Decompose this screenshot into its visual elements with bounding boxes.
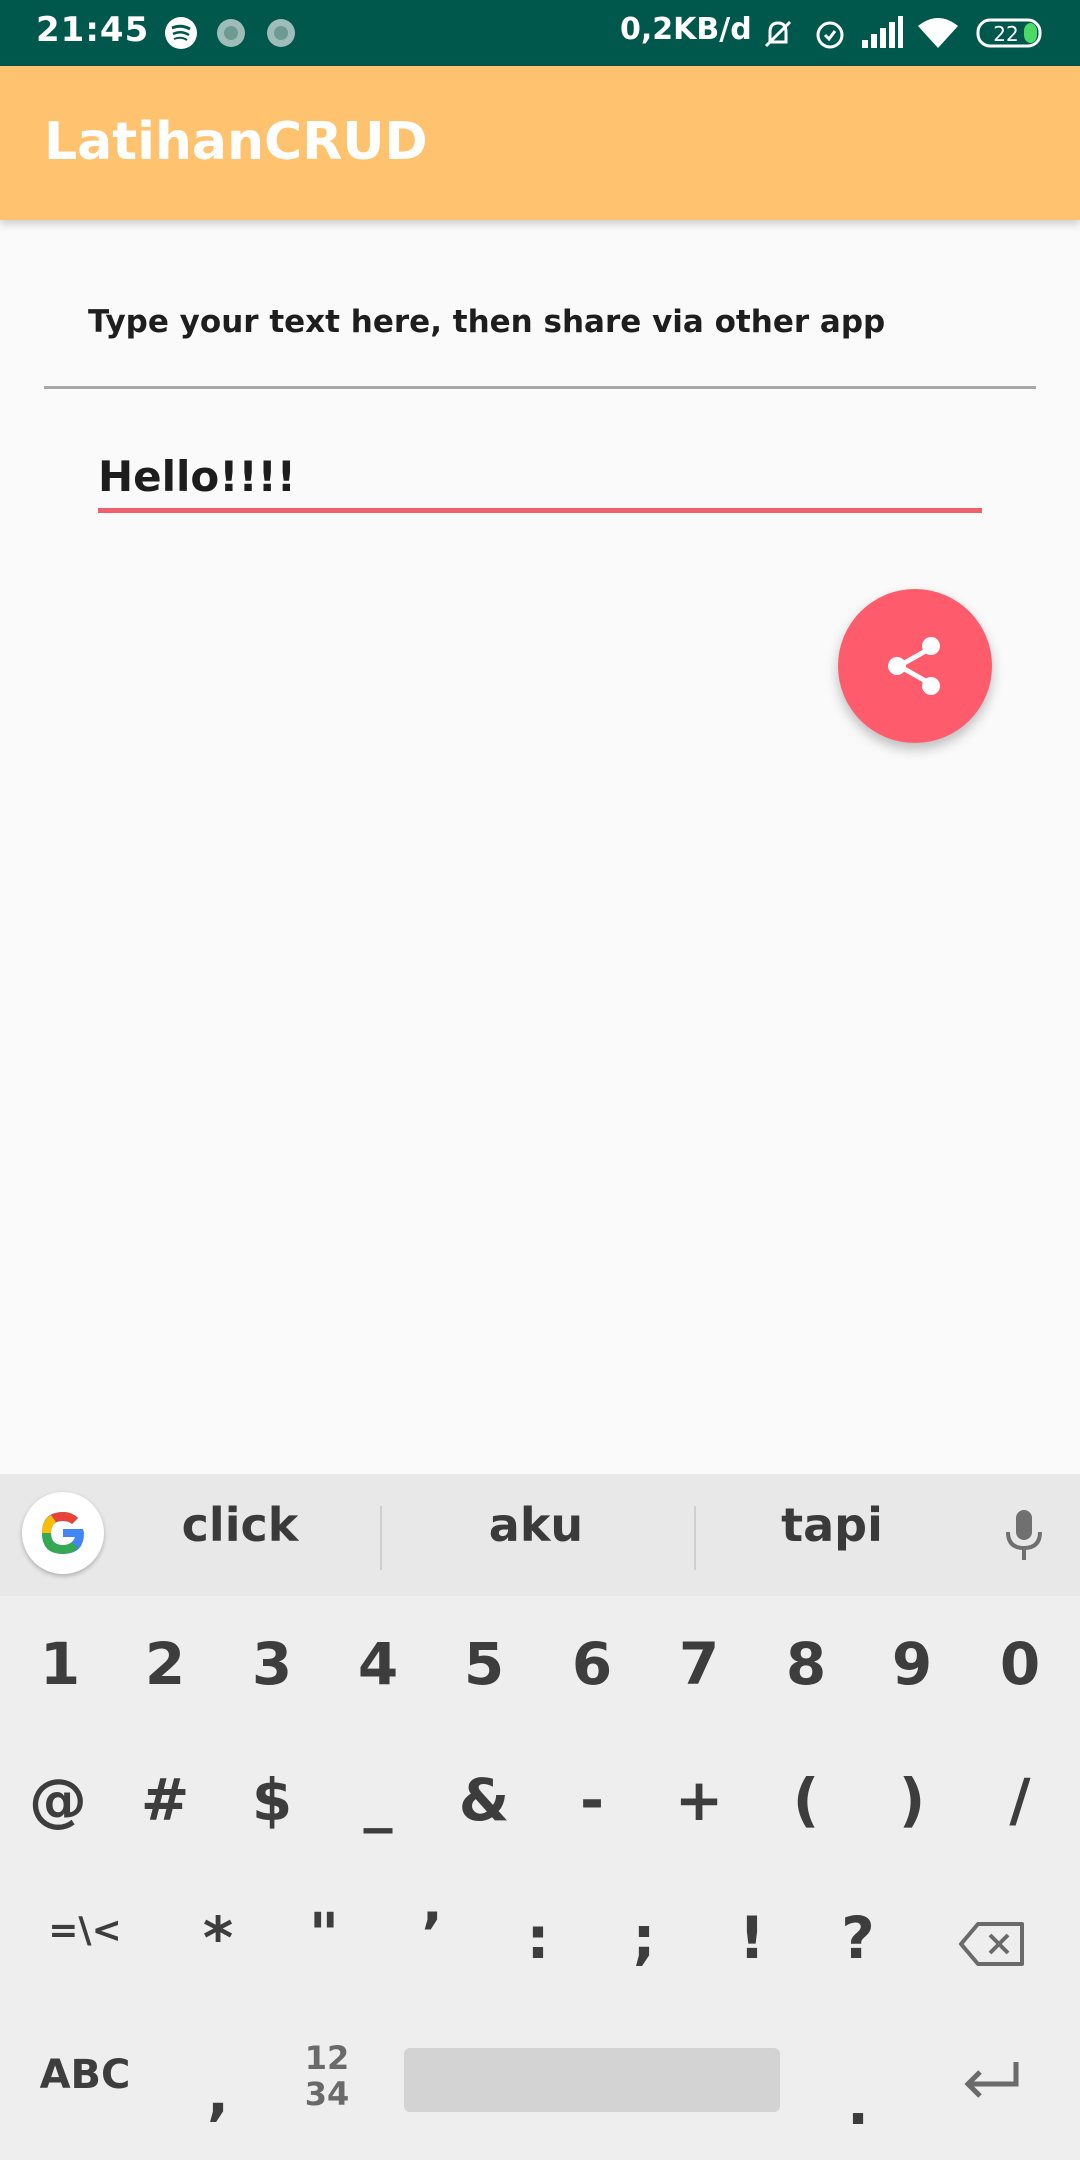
key-5[interactable]: 5 bbox=[430, 1630, 538, 1698]
suggestion-divider bbox=[380, 1506, 382, 1570]
key-comma[interactable]: , bbox=[164, 2060, 272, 2128]
network-speed: 0,2KB/d bbox=[620, 12, 752, 47]
key-exclamation[interactable]: ! bbox=[698, 1904, 806, 1972]
key-ampersand[interactable]: & bbox=[430, 1766, 538, 1834]
google-icon bbox=[42, 1512, 84, 1554]
notification-icon bbox=[217, 19, 245, 47]
key-period[interactable]: . bbox=[804, 2070, 912, 2138]
key-plus[interactable]: + bbox=[645, 1766, 753, 1834]
key-quote[interactable]: " bbox=[270, 1900, 378, 1968]
key-4[interactable]: 4 bbox=[324, 1630, 432, 1698]
key-1[interactable]: 1 bbox=[6, 1630, 114, 1698]
alarm-icon bbox=[816, 21, 844, 49]
key-at[interactable]: @ bbox=[4, 1766, 112, 1834]
key-0[interactable]: 0 bbox=[966, 1630, 1074, 1698]
suggestion-1[interactable]: click bbox=[100, 1498, 380, 1552]
battery-icon: 22 bbox=[976, 18, 1042, 48]
backspace-icon[interactable] bbox=[958, 1920, 1028, 1968]
wifi-icon bbox=[918, 18, 958, 48]
share-text-input[interactable]: Hello!!!! bbox=[98, 452, 982, 512]
key-semicolon[interactable]: ; bbox=[590, 1904, 698, 1972]
notification-icon bbox=[267, 19, 295, 47]
share-icon bbox=[888, 637, 940, 695]
key-minus[interactable]: - bbox=[538, 1766, 646, 1834]
key-9[interactable]: 9 bbox=[858, 1630, 966, 1698]
suggestion-strip: click aku tapi bbox=[0, 1474, 1080, 1596]
key-open-paren[interactable]: ( bbox=[752, 1766, 860, 1834]
key-hash[interactable]: # bbox=[111, 1766, 219, 1834]
app-bar: LatihanCRUD bbox=[0, 66, 1080, 220]
key-3[interactable]: 3 bbox=[218, 1630, 326, 1698]
space-bar[interactable] bbox=[404, 2048, 780, 2112]
key-close-paren[interactable]: ) bbox=[858, 1766, 966, 1834]
key-6[interactable]: 6 bbox=[538, 1630, 646, 1698]
status-time: 21:45 bbox=[36, 10, 150, 50]
suggestion-3[interactable]: tapi bbox=[692, 1498, 972, 1552]
key-colon[interactable]: : bbox=[484, 1904, 592, 1972]
divider bbox=[44, 386, 1036, 389]
key-asterisk[interactable]: * bbox=[164, 1904, 272, 1972]
numpad-bottom-label: 34 bbox=[304, 2075, 350, 2113]
numpad-top-label: 12 bbox=[304, 2039, 350, 2077]
status-bar: 21:45 0,2KB/d 22 bbox=[0, 0, 1080, 66]
key-apostrophe[interactable]: ’ bbox=[378, 1900, 486, 1968]
spotify-icon bbox=[165, 17, 197, 49]
key-numpad[interactable]: 12 34 bbox=[282, 2040, 372, 2112]
signal-icon bbox=[862, 16, 903, 48]
key-underscore[interactable]: _ bbox=[324, 1766, 432, 1834]
key-dollar[interactable]: $ bbox=[218, 1766, 326, 1834]
key-8[interactable]: 8 bbox=[752, 1630, 860, 1698]
suggestion-2[interactable]: aku bbox=[396, 1498, 676, 1552]
mute-icon bbox=[764, 20, 792, 48]
mic-icon[interactable] bbox=[1002, 1508, 1046, 1562]
share-button[interactable] bbox=[838, 589, 992, 743]
key-2[interactable]: 2 bbox=[111, 1630, 219, 1698]
battery-level: 22 bbox=[993, 22, 1018, 46]
app-title: LatihanCRUD bbox=[44, 112, 428, 172]
instruction-text: Type your text here, then share via othe… bbox=[88, 304, 886, 340]
key-question[interactable]: ? bbox=[804, 1904, 912, 1972]
key-7[interactable]: 7 bbox=[645, 1630, 753, 1698]
key-slash[interactable]: / bbox=[966, 1766, 1074, 1834]
enter-icon[interactable] bbox=[962, 2058, 1022, 2102]
key-more-symbols[interactable]: =\< bbox=[30, 1910, 140, 1951]
input-underline bbox=[98, 508, 982, 513]
google-button[interactable] bbox=[22, 1492, 104, 1574]
key-abc[interactable]: ABC bbox=[30, 2052, 140, 2098]
